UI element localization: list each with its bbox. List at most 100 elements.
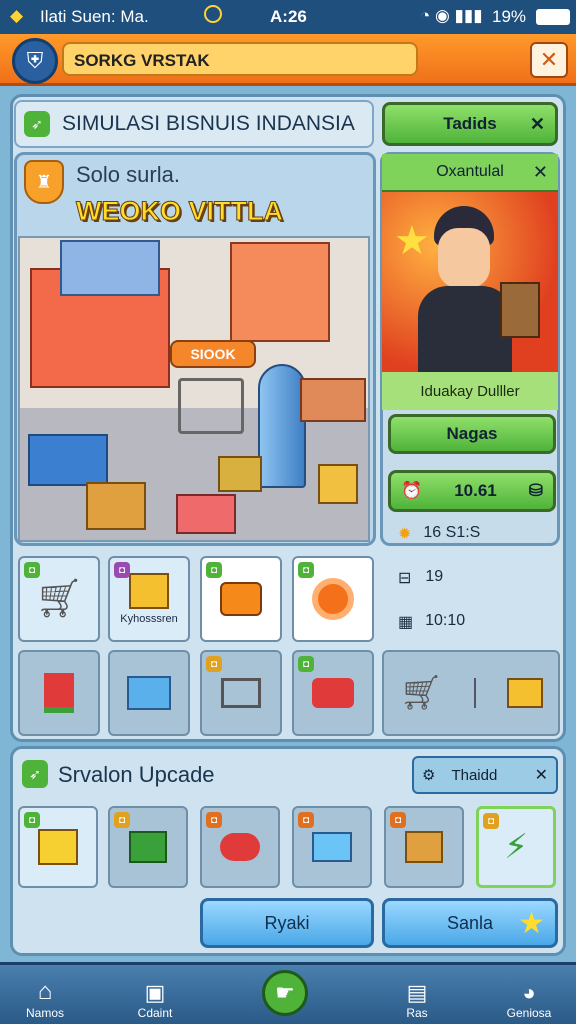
header-title: SORKG VRSTAK <box>62 42 418 76</box>
item-slot[interactable] <box>108 650 190 736</box>
status-bar: ◆ Ilati Suen: Ma. A:26 ◔ ◉ ▮▮▮ 19% <box>0 0 576 34</box>
shield-logo-icon[interactable]: ⛨ <box>12 38 58 84</box>
bag-icon <box>220 582 262 616</box>
item-slot[interactable]: ◘ 🛒︎ <box>18 556 100 642</box>
nav-chat[interactable]: ▣ Cdaint <box>110 968 200 1024</box>
profile-header-label: Oxantulal <box>436 163 504 180</box>
calendar-icon: ▦ <box>398 614 414 631</box>
crate-box <box>318 464 358 504</box>
shop-sign-board <box>60 240 160 296</box>
right-action-label: Sanla <box>446 912 494 933</box>
nav-label: Cdaint <box>137 1006 173 1020</box>
close-icon[interactable]: ✕ <box>530 42 568 78</box>
store-icon: ▤ <box>406 980 428 1005</box>
nav-label: Geniosa <box>506 1006 552 1020</box>
shopping-cart-icon: 🛒︎ <box>34 578 84 620</box>
close-icon[interactable]: ✕ <box>530 114 545 135</box>
upgrade-slot[interactable]: ◘ <box>200 806 280 888</box>
item-slot[interactable]: ◘ Kyhosssren <box>108 556 190 642</box>
gear-icon: ⚙ <box>422 767 436 784</box>
folder-icon <box>500 282 540 338</box>
stat-row: ⊟ 19 <box>398 568 443 588</box>
chair-icon <box>44 673 74 713</box>
box-icon <box>312 832 352 862</box>
upgrade-slot[interactable]: ◘ <box>384 806 464 888</box>
laptop-icon <box>221 678 261 708</box>
signal-icon: ◔ ◉ ▮▮▮ <box>420 6 483 25</box>
counter-shelf <box>300 378 366 422</box>
main-title: SIMULASI BISNUIS INDANSIA <box>62 112 355 135</box>
shop-sign: SIOOK <box>170 340 256 368</box>
nav-label: Ras <box>406 1006 428 1020</box>
leaf-icon: ➶ <box>22 760 48 788</box>
capsule-icon <box>220 833 260 861</box>
upgrade-slot[interactable]: ◘ <box>292 806 372 888</box>
slot-badge: ◘ <box>114 812 130 828</box>
slot-badge: ◘ <box>24 812 40 828</box>
slot-badge: ◘ <box>298 812 314 828</box>
slot-badge: ◘ <box>298 562 314 578</box>
stat-value: 16 S1:S <box>423 524 481 541</box>
store-name: WEOKO VITTLA <box>76 196 284 227</box>
shield-icon: ♜ <box>24 160 64 204</box>
clock-icon: ⏰ <box>401 481 423 500</box>
upgrade-slot[interactable]: ◘ <box>18 806 98 888</box>
crate-box <box>86 482 146 530</box>
donut-icon <box>312 578 354 620</box>
crate-icon <box>405 831 443 863</box>
item-slot[interactable]: ◘ <box>292 650 374 736</box>
extra-slot[interactable]: 🛒︎ <box>382 650 560 736</box>
stat-value: 10:10 <box>425 612 466 629</box>
slot-badge: ◘ <box>390 812 406 828</box>
profile-action-button[interactable]: Nagas <box>388 414 556 454</box>
product-shelf <box>176 494 236 534</box>
stat-value: 19 <box>425 568 444 585</box>
title-bar: ⛨ SORKG VRSTAK ✕ <box>0 34 576 86</box>
nav-label: Namos <box>25 1006 64 1020</box>
slot-badge: ◘ <box>206 656 222 672</box>
slot-badge: ◘ <box>24 562 40 578</box>
status-time: A:26 <box>270 7 307 26</box>
slot-badge: ◘ <box>206 562 222 578</box>
close-icon[interactable]: ✕ <box>533 162 548 183</box>
item-slot[interactable]: ◘ <box>200 650 282 736</box>
item-slot[interactable] <box>18 650 100 736</box>
avatar-face <box>438 228 490 288</box>
box-icon <box>506 678 543 708</box>
battery-level: 19% <box>492 7 527 26</box>
slot-badge: ◘ <box>114 562 130 578</box>
bin-icon <box>129 831 167 863</box>
tab-button[interactable]: Tadids ✕ <box>382 102 558 146</box>
box-icon <box>127 676 171 710</box>
lightning-icon: ⚡︎ <box>504 828 528 866</box>
divider <box>473 678 476 708</box>
leaf-icon: ➶ <box>24 111 50 137</box>
box-stack <box>28 434 108 486</box>
store-subtitle: Solo surla. <box>76 162 180 187</box>
gift-icon <box>312 678 354 708</box>
slot-badge: ◘ <box>298 656 314 672</box>
nav-profile[interactable]: ◕ Geniosa <box>484 968 574 1024</box>
item-slot[interactable]: ◘ <box>200 556 282 642</box>
money-display[interactable]: ⏰ 10.61 ⛁ <box>388 470 556 512</box>
left-action-button[interactable]: Ryaki <box>200 898 374 948</box>
store-scene[interactable]: SIOOK <box>18 236 370 542</box>
right-action-button[interactable]: Sanla ★ <box>382 898 558 948</box>
search-icon <box>204 5 222 23</box>
upgrade-slot[interactable]: ◘ <box>108 806 188 888</box>
shopping-cart-icon <box>178 378 244 434</box>
nav-store[interactable]: ▤ Ras <box>372 968 462 1024</box>
box-icon <box>129 573 169 609</box>
star-icon: ★ <box>518 906 545 940</box>
item-slot[interactable]: ◘ <box>292 556 374 642</box>
nav-play-button[interactable]: ☛ <box>262 970 308 1016</box>
close-icon[interactable]: ✕ <box>535 765 548 785</box>
upgrade-slot[interactable]: ◘ ⚡︎ <box>476 806 556 888</box>
home-icon: ⌂ <box>37 978 53 1005</box>
stat-row: ▦ 10:10 <box>398 612 465 632</box>
upgrade-tab-label: Thaidd <box>451 766 498 784</box>
status-app-name: Ilati Suen: Ma. <box>40 7 149 26</box>
lock-icon: ⊟ <box>398 570 412 587</box>
nav-home[interactable]: ⌂ Namos <box>0 968 90 1024</box>
upgrade-tab[interactable]: ⚙ Thaidd ✕ <box>412 756 558 794</box>
